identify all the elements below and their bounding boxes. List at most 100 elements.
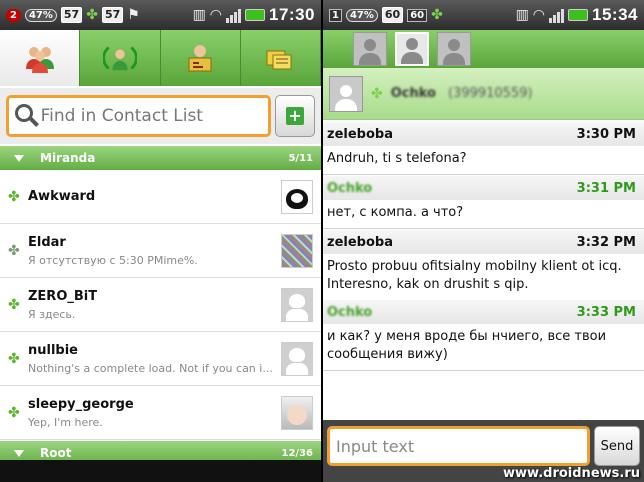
notification-box-2: 60	[407, 8, 428, 22]
contact-avatar	[329, 75, 363, 112]
message: Ochko 3:31 PM нет, с компа. а что?	[323, 176, 644, 229]
signal-icon	[226, 7, 242, 23]
contact-avatar	[281, 287, 313, 322]
contact-name: ZERO_BiT	[28, 288, 98, 304]
contact-row[interactable]: ✤ Awkward	[0, 170, 321, 224]
notification-box-1: 60	[381, 7, 404, 23]
contact-status-text: Nothing's a complete load. Not if you ca…	[28, 361, 273, 375]
contact-name: Awkward	[28, 189, 96, 204]
battery-icon	[245, 9, 266, 21]
footer-bar	[0, 460, 321, 482]
message-text: и как? у меня вроде бы нчиего, все твои …	[327, 329, 607, 362]
user-silhouette-icon	[358, 37, 382, 65]
battery-percent: 47%	[24, 8, 57, 22]
message-time: 3:33 PM	[576, 304, 636, 320]
clock: 15:34	[592, 5, 638, 24]
message: zeleboba 3:32 PM Prosto probuu ofitsialny…	[323, 230, 644, 301]
notification-box-1: 57	[60, 7, 83, 23]
message: Ochko 3:33 PM и как? у меня вроде бы нчие…	[323, 300, 644, 371]
user-silhouette-icon	[400, 36, 424, 64]
collapse-arrow-icon	[14, 449, 24, 457]
watermark-text: www.droidnews.ru	[503, 466, 640, 481]
add-contact-button[interactable]: +	[275, 95, 315, 137]
group-header-miranda[interactable]: Miranda 5/11	[0, 146, 321, 170]
group-name: Root	[40, 446, 72, 460]
contact-name: Eldar	[28, 234, 66, 250]
group-name: Miranda	[40, 151, 96, 165]
vibrate-icon: ▥	[192, 7, 206, 23]
search-icon	[15, 104, 39, 128]
online-status-icon: ✤	[371, 85, 383, 102]
collapse-arrow-icon	[14, 154, 24, 162]
contact-avatar	[281, 233, 313, 268]
contacts-group-icon	[23, 41, 57, 75]
status-bar: 2 47% 57 ✤ 57 ⚑ ▥ ◠ 17:30	[0, 0, 321, 30]
online-status-icon: ✤	[8, 296, 20, 313]
contact-avatar	[281, 341, 313, 376]
online-status-icon: ✤	[8, 188, 20, 205]
notification-box-2: 57	[101, 7, 124, 23]
documents-icon	[263, 41, 297, 75]
contact-row[interactable]: ✤ ZERO_BiT Я здесь.	[0, 278, 321, 332]
online-status-icon: ✤	[8, 404, 20, 421]
icq-clover-icon: ✤	[86, 7, 98, 23]
message-sender: Ochko	[327, 304, 373, 320]
search-box[interactable]	[6, 95, 271, 137]
message-text: нет, с компа. а что?	[327, 205, 464, 220]
message: zeleboba 3:30 PM Andruh, ti s telefona?	[323, 122, 644, 175]
signal-icon	[549, 7, 565, 23]
contact-row[interactable]: ✤ Eldar Я отсутствую с 5:30 PMime%.	[0, 224, 321, 278]
battery-percent: 47%	[345, 8, 378, 22]
vibrate-icon: ▥	[515, 7, 529, 23]
main-tabs	[0, 30, 321, 86]
usb-icon: ⚑	[127, 7, 140, 23]
contact-name: nullbie	[28, 342, 79, 358]
wifi-icon: ◠	[532, 7, 546, 23]
add-contact-icon: +	[286, 107, 304, 125]
notification-count-badge[interactable]: 2	[6, 8, 21, 22]
contact-row[interactable]: ✤ sleepy_george Yep, I'm here.	[0, 386, 321, 440]
chat-tab[interactable]	[437, 32, 471, 66]
user-silhouette-icon	[442, 37, 466, 65]
tab-history[interactable]	[241, 30, 321, 86]
chat-tab[interactable]	[353, 32, 387, 66]
contact-status-text: Я отсутствую с 5:30 PMime%.	[28, 253, 198, 267]
message-time: 3:30 PM	[576, 126, 636, 142]
contact-name: sleepy_george	[28, 396, 134, 412]
contact-list-screen: 2 47% 57 ✤ 57 ⚑ ▥ ◠ 17:30 Find in Contac…	[0, 0, 321, 482]
search-row: +	[0, 88, 321, 144]
message-sender: zeleboba	[327, 234, 393, 250]
message-input-box[interactable]	[327, 426, 590, 466]
message-text: Andruh, ti s telefona?	[327, 151, 467, 166]
icq-clover-icon: ✤	[431, 7, 443, 23]
clock: 17:30	[269, 5, 315, 24]
tab-profile[interactable]	[161, 30, 241, 86]
user-card-icon	[183, 41, 217, 75]
contact-avatar	[281, 395, 313, 430]
chat-tab-active[interactable]	[395, 32, 429, 66]
message-sender: zeleboba	[327, 126, 393, 142]
tab-active-chats[interactable]	[80, 30, 161, 86]
contact-avatar	[281, 179, 313, 214]
broadcast-user-icon	[102, 41, 137, 75]
group-count: 5/11	[288, 152, 313, 164]
chat-tabs	[323, 30, 644, 68]
contact-status-text: Yep, I'm here.	[28, 415, 103, 429]
message-time: 3:32 PM	[576, 234, 636, 250]
tab-contacts[interactable]	[0, 30, 81, 86]
chat-contact-uin: (399910559)	[447, 86, 533, 101]
chat-header: ✤ Ochko (399910559)	[323, 68, 644, 120]
chat-contact-name: Ochko	[390, 86, 436, 101]
search-input[interactable]	[40, 106, 268, 126]
chat-screen: 1 47% 60 60 ✤ ▥ ◠ 15:34 ✤ Ochko (3999105…	[323, 0, 644, 482]
message-text: Prosto probuu ofitsialny mobilny klient …	[327, 259, 622, 292]
message-time: 3:31 PM	[576, 180, 636, 196]
contact-row[interactable]: ✤ nullbie Nothing's a complete load. Not…	[0, 332, 321, 386]
status-bar: 1 47% 60 60 ✤ ▥ ◠ 15:34	[323, 0, 644, 30]
message-input[interactable]	[336, 436, 587, 456]
battery-icon	[568, 9, 589, 21]
send-button[interactable]: Send	[594, 426, 640, 466]
contact-status-text: Я здесь.	[28, 307, 76, 321]
user-silhouette-icon	[334, 83, 358, 111]
message-sender: Ochko	[327, 180, 373, 196]
